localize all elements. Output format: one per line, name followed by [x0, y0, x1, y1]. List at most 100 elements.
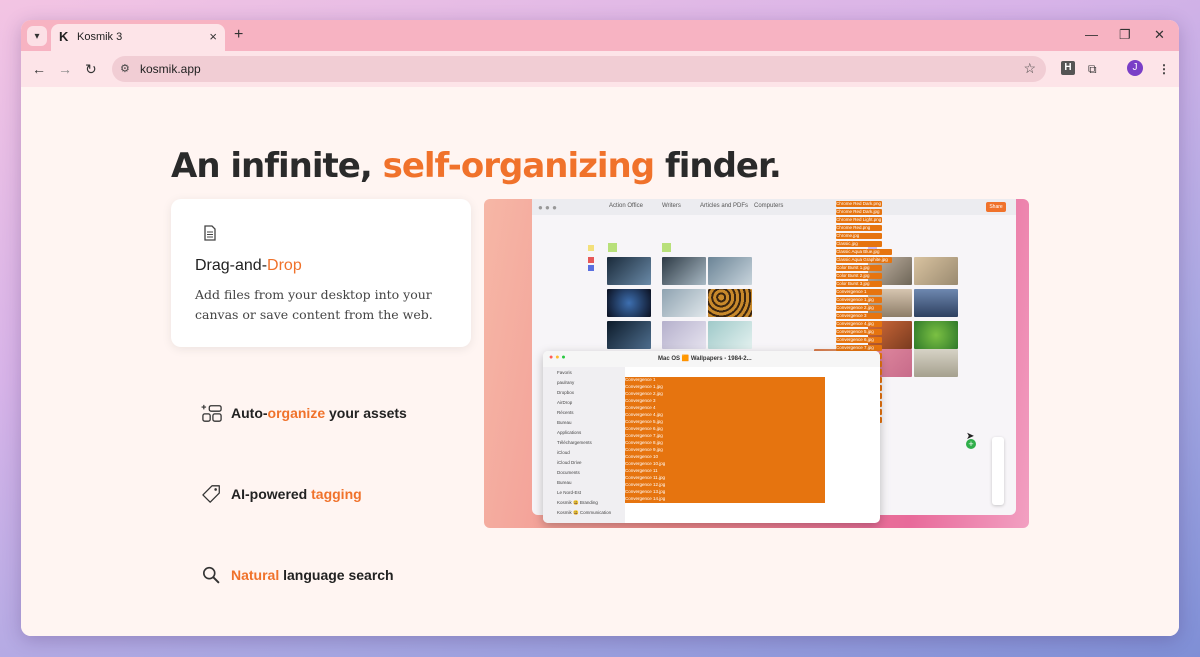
browser-window: ▾ K Kosmik 3 × + — ❐ ✕ ← → ↻ ⚙ kosmik.ap… [21, 20, 1179, 636]
kosmik-tab-label: Computers [754, 203, 784, 209]
add-indicator-icon: + [966, 439, 976, 449]
finder-sidebar-item: iCloud [557, 450, 570, 455]
window-dots-icon: ● ● ● [538, 203, 557, 212]
product-screenshot: ● ● ● Action Office Writers Articles and… [484, 199, 1029, 528]
dragged-file-label: Convergence 5.jpg [836, 329, 882, 335]
finder-file-row: Convergence 4 [625, 405, 825, 412]
dragged-file-label: Classic Aqua Graphite.jpg [836, 257, 892, 263]
sticky-note [588, 257, 594, 263]
wallpaper-thumbnail [914, 257, 958, 285]
kosmik-tab-label: Articles and PDFs [700, 203, 749, 209]
dragged-file-label: Chrome Red Dark.jpg [836, 209, 882, 215]
finder-sidebar-item: paulrany [557, 380, 575, 385]
wallpaper-thumbnail [662, 257, 706, 285]
feature-card-title: Drag-and-Drop [195, 257, 302, 274]
finder-titlebar: ● ● ● Mac OS 🟧 Wallpapers - 1984-2... [543, 351, 880, 367]
wallpaper-thumbnail [708, 257, 752, 285]
minimize-button[interactable]: — [1085, 27, 1098, 42]
finder-window: ● ● ● Mac OS 🟧 Wallpapers - 1984-2... Fa… [543, 351, 880, 523]
back-arrow-icon[interactable]: ← [32, 61, 46, 77]
tab-title: Kosmik 3 [77, 31, 123, 43]
dragged-file-label: Color Burst 3.jpg [836, 281, 882, 287]
kosmik-toolbar: ● ● ● Action Office Writers Articles and… [532, 199, 1016, 215]
finder-file-row: Convergence 6.jpg [625, 426, 825, 433]
finder-sidebar-item: Bureau [557, 420, 572, 425]
extension-h-icon[interactable]: H [1061, 61, 1075, 75]
tab-bar: ▾ K Kosmik 3 × + — ❐ ✕ [21, 20, 1179, 51]
sticky-note [588, 265, 594, 271]
finder-file-row: Convergence 12.jpg [625, 482, 825, 489]
feature-card-drag-drop[interactable]: Drag-and-Drop Add files from your deskto… [171, 199, 471, 347]
zoom-slider [992, 437, 1004, 505]
page-headline: An infinite, self-organizing finder. [171, 146, 782, 186]
finder-sidebar-item: Favoris [557, 370, 572, 375]
new-tab-button[interactable]: + [234, 26, 243, 44]
finder-file-row: Convergence 2.jpg [625, 391, 825, 398]
dragged-file-label: Chrome Red Dark.png [836, 201, 882, 207]
finder-title: Mac OS 🟧 Wallpapers - 1984-2... [658, 356, 752, 362]
tab-search-button[interactable]: ▾ [27, 26, 47, 46]
menu-kebab-icon[interactable]: ⋮ [1158, 62, 1170, 76]
finder-file-row: Convergence 10.jpg [625, 461, 825, 468]
dragged-file-label: Chrome Red.png [836, 225, 882, 231]
organize-sparkle-icon [201, 404, 222, 422]
dragged-file-label: Convergence 4.jpg [836, 321, 882, 327]
sticky-note [608, 243, 617, 252]
kosmik-logo-icon: K [59, 29, 69, 44]
wallpaper-thumbnail [914, 289, 958, 317]
wallpaper-thumbnail [708, 321, 752, 349]
finder-file-row: Convergence 9.jpg [625, 447, 825, 454]
finder-file-row: Convergence 13.jpg [625, 489, 825, 496]
dragged-file-label: Convergence 3 [836, 313, 882, 319]
finder-sidebar-item: AirDrop [557, 400, 573, 405]
finder-sidebar-item: Kosmik 😃 Branding [557, 500, 598, 505]
wallpaper-thumbnail [914, 349, 958, 377]
page-content: An infinite, self-organizing finder. Dra… [21, 87, 1179, 636]
wallpaper-thumbnail [708, 289, 752, 317]
feature-card-description: Add files from your desktop into your ca… [195, 287, 433, 322]
dragged-file-label: Classic.jpg [836, 241, 882, 247]
dragged-file-label: Convergence 6.jpg [836, 337, 882, 343]
close-window-button[interactable]: ✕ [1154, 27, 1165, 43]
extensions-puzzle-icon[interactable]: ⧉ [1088, 62, 1097, 77]
wallpaper-thumbnail [607, 321, 651, 349]
finder-sidebar-item: iCloud Drive [557, 460, 582, 465]
dragged-file-label: Classic Aqua Blue.jpg [836, 249, 892, 255]
browser-toolbar: ← → ↻ ⚙ kosmik.app ☆ H ⧉ J ⋮ [21, 51, 1179, 88]
finder-sidebar-item: Documents [557, 470, 580, 475]
finder-sidebar-item: Applications [557, 430, 582, 435]
tag-icon [202, 485, 220, 503]
wallpaper-thumbnail [607, 289, 651, 317]
address-bar[interactable]: ⚙ kosmik.app ☆ [112, 56, 1046, 82]
site-info-icon[interactable]: ⚙ [120, 62, 130, 75]
finder-sidebar-item: Téléchargements [557, 440, 592, 445]
dragged-file-label: Chrome Red Light.png [836, 217, 882, 223]
forward-arrow-icon[interactable]: → [58, 61, 72, 77]
finder-file-row: Convergence 14.jpg [625, 496, 825, 503]
kosmik-app-window: ● ● ● Action Office Writers Articles and… [532, 199, 1016, 523]
reload-icon[interactable]: ↻ [85, 61, 97, 78]
finder-sidebar-item: Dropbox [557, 390, 575, 395]
document-icon [204, 225, 216, 241]
url-text: kosmik.app [140, 62, 201, 76]
finder-sidebar-item: Le Nord-Est [557, 490, 582, 495]
window-dots-icon: ● ● ● [549, 354, 566, 361]
finder-file-row: Convergence 10 [625, 454, 825, 461]
finder-file-row: Convergence 11.jpg [625, 475, 825, 482]
wallpaper-thumbnail [662, 289, 706, 317]
finder-sidebar: Favoris paulrany Dropbox AirDrop Récents… [543, 367, 625, 523]
dragged-file-label: Convergence 2.jpg [836, 305, 882, 311]
finder-file-row: Convergence 1 [625, 377, 825, 384]
dragged-file-label: Convergence 1 [836, 289, 882, 295]
kosmik-tab-label: Writers [662, 203, 681, 209]
bookmark-star-icon[interactable]: ☆ [1023, 60, 1036, 77]
feature-label: AI-powered tagging [231, 486, 362, 502]
finder-file-row: Convergence 7.jpg [625, 433, 825, 440]
tab-kosmik[interactable]: K Kosmik 3 × [51, 24, 225, 51]
tab-close-icon[interactable]: × [209, 29, 217, 44]
finder-file-row: Convergence 8.jpg [625, 440, 825, 447]
sticky-note [662, 243, 671, 252]
finder-file-row: Convergence 11 [625, 468, 825, 475]
profile-avatar[interactable]: J [1127, 60, 1143, 76]
restore-button[interactable]: ❐ [1119, 27, 1131, 43]
